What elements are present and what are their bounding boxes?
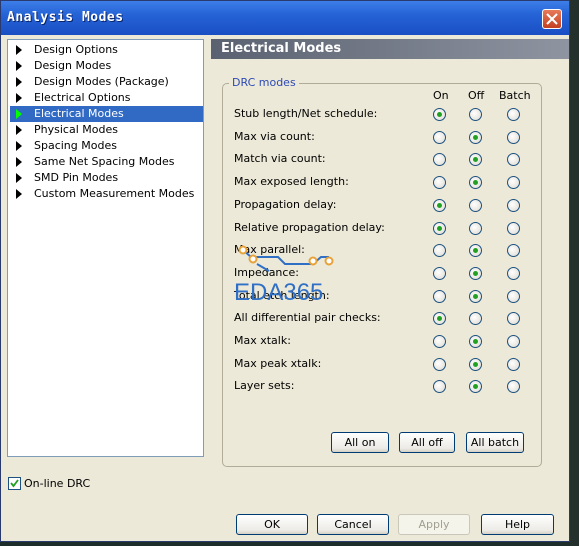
mode-row-label: Total etch length: xyxy=(234,288,330,302)
mode-row-label: Max parallel: xyxy=(234,243,305,257)
panel-title: Electrical Modes xyxy=(221,41,342,56)
nav-item-label: Design Modes xyxy=(34,59,112,72)
cancel-button[interactable]: Cancel xyxy=(317,514,389,535)
help-button[interactable]: Help xyxy=(481,514,554,535)
nav-item-smd-pin-modes[interactable]: SMD Pin Modes xyxy=(10,170,203,186)
online-drc-checkbox[interactable] xyxy=(8,477,21,490)
triangle-arrow-icon xyxy=(16,141,22,151)
radio-on[interactable] xyxy=(433,198,446,212)
radio-batch[interactable] xyxy=(507,221,520,235)
column-header-batch: Batch xyxy=(499,89,531,102)
nav-item-label: Custom Measurement Modes xyxy=(34,187,195,200)
nav-item-label: Spacing Modes xyxy=(34,139,117,152)
mode-row-label: Max exposed length: xyxy=(234,175,349,189)
nav-item-design-modes[interactable]: Design Modes xyxy=(10,58,203,74)
radio-on[interactable] xyxy=(433,108,446,121)
mode-row-label: Match via count: xyxy=(234,152,326,166)
triangle-arrow-icon xyxy=(16,61,22,71)
analysis-modes-dialog: Analysis Modes Design Options Design Mod… xyxy=(0,0,570,542)
radio-on[interactable] xyxy=(433,221,446,235)
nav-item-label: Electrical Options xyxy=(34,91,131,104)
mode-row-label: Max via count: xyxy=(234,129,315,143)
mode-row-label: Max xtalk: xyxy=(234,334,291,347)
checkmark-icon xyxy=(10,479,19,488)
radio-off[interactable] xyxy=(469,198,482,212)
triangle-arrow-icon xyxy=(16,189,22,199)
mode-row-label: All differential pair checks: xyxy=(234,311,381,325)
radio-off[interactable] xyxy=(469,289,482,303)
mode-row-label: Impedance: xyxy=(234,265,299,279)
nav-item-label: Physical Modes xyxy=(34,123,118,136)
nav-item-label: SMD Pin Modes xyxy=(34,171,119,184)
column-header-on: On xyxy=(433,89,449,102)
nav-item-custom-measurement-modes[interactable]: Custom Measurement Modes xyxy=(10,186,203,202)
radio-on[interactable] xyxy=(433,357,446,371)
panel-header: Electrical Modes xyxy=(211,39,569,59)
radio-on[interactable] xyxy=(433,289,446,303)
nav-item-electrical-options[interactable]: Electrical Options xyxy=(10,90,203,106)
nav-item-label: Electrical Modes xyxy=(34,107,124,120)
online-drc-label: On-line DRC xyxy=(24,477,91,490)
triangle-arrow-icon xyxy=(16,109,22,119)
radio-on[interactable] xyxy=(433,130,446,144)
nav-item-design-modes-package[interactable]: Design Modes (Package) xyxy=(10,74,203,90)
radio-batch[interactable] xyxy=(507,198,520,212)
radio-off[interactable] xyxy=(469,130,482,144)
column-header-off: Off xyxy=(468,89,485,102)
radio-batch[interactable] xyxy=(507,176,520,190)
close-icon xyxy=(546,13,558,25)
radio-off[interactable] xyxy=(469,176,482,190)
radio-batch[interactable] xyxy=(507,266,520,280)
radio-batch[interactable] xyxy=(507,108,520,121)
apply-button[interactable]: Apply xyxy=(398,514,470,535)
radio-off[interactable] xyxy=(469,108,482,121)
radio-batch[interactable] xyxy=(507,130,520,144)
triangle-arrow-icon xyxy=(16,45,22,55)
radio-off[interactable] xyxy=(469,335,482,348)
close-button[interactable] xyxy=(542,9,562,29)
radio-on[interactable] xyxy=(433,266,446,280)
radio-on[interactable] xyxy=(433,176,446,190)
all-off-button[interactable]: All off xyxy=(399,432,455,453)
nav-item-spacing-modes[interactable]: Spacing Modes xyxy=(10,138,203,154)
mode-row-label: Stub length/Net schedule: xyxy=(234,107,378,120)
radio-off[interactable] xyxy=(469,266,482,280)
group-legend: DRC modes xyxy=(229,76,299,89)
radio-batch[interactable] xyxy=(507,335,520,348)
mode-row-label: Max peak xtalk: xyxy=(234,356,322,370)
mode-row-label: Layer sets: xyxy=(234,379,295,393)
nav-item-label: Same Net Spacing Modes xyxy=(34,155,175,168)
window-title: Analysis Modes xyxy=(7,10,124,25)
background-strip xyxy=(570,0,579,546)
nav-item-electrical-modes[interactable]: Electrical Modes xyxy=(10,106,203,122)
mode-row-label: Propagation delay: xyxy=(234,197,337,211)
nav-item-label: Design Modes (Package) xyxy=(34,75,169,88)
nav-item-design-options[interactable]: Design Options xyxy=(10,42,203,58)
category-list: Design Options Design Modes Design Modes… xyxy=(7,39,204,457)
triangle-arrow-icon xyxy=(16,157,22,167)
nav-item-label: Design Options xyxy=(34,43,118,56)
radio-off[interactable] xyxy=(469,357,482,371)
title-bar[interactable]: Analysis Modes xyxy=(1,1,569,35)
triangle-arrow-icon xyxy=(16,93,22,103)
triangle-arrow-icon xyxy=(16,125,22,135)
ok-button[interactable]: OK xyxy=(236,514,308,535)
triangle-arrow-icon xyxy=(16,77,22,87)
radio-on[interactable] xyxy=(433,335,446,348)
triangle-arrow-icon xyxy=(16,173,22,183)
radio-off[interactable] xyxy=(469,221,482,235)
all-batch-button[interactable]: All batch xyxy=(466,432,524,453)
all-on-button[interactable]: All on xyxy=(331,432,389,453)
nav-item-same-net-spacing-modes[interactable]: Same Net Spacing Modes xyxy=(10,154,203,170)
radio-batch[interactable] xyxy=(507,357,520,371)
nav-item-physical-modes[interactable]: Physical Modes xyxy=(10,122,203,138)
mode-row-label: Relative propagation delay: xyxy=(234,220,385,234)
radio-batch[interactable] xyxy=(507,289,520,303)
